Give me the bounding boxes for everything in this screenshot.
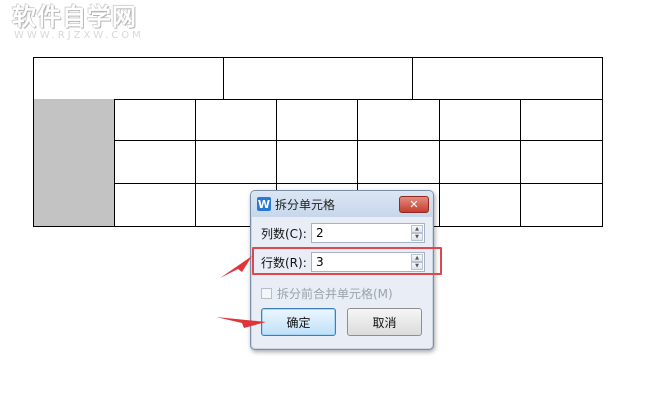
arrow-to-ok-icon [216, 317, 266, 328]
arrow-to-rows-icon [220, 256, 252, 278]
annotation-arrows [216, 256, 266, 328]
